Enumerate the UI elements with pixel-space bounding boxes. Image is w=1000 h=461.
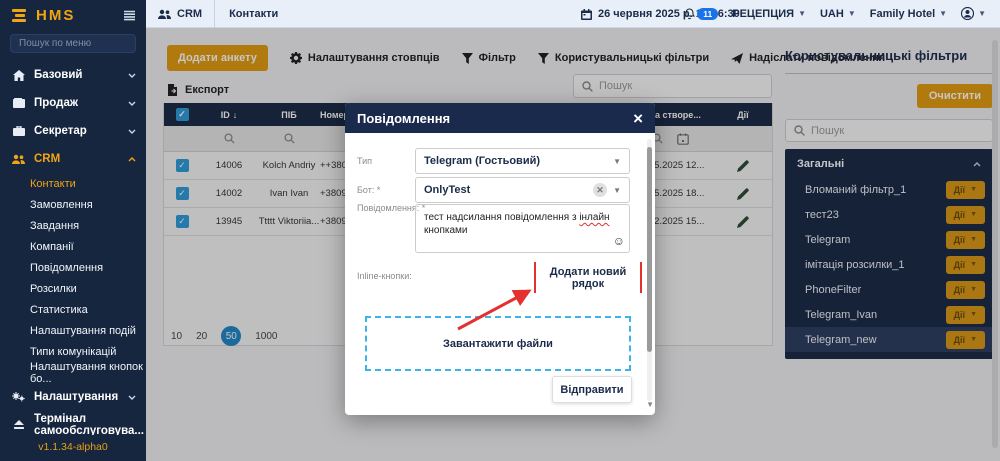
chevron-up-icon — [128, 157, 136, 162]
chevron-down-icon: ▼ — [613, 186, 621, 195]
inline-buttons-label: Inline-кнопки: — [357, 271, 412, 281]
sidebar-search-input[interactable] — [19, 38, 127, 49]
sidebar-item-communication-types[interactable]: Типи комунікацій — [0, 341, 146, 362]
bot-select[interactable]: OnlyTest ✕ ▼ — [415, 177, 630, 203]
message-modal: Повідомлення × Тип Telegram (Гостьовий) … — [345, 103, 655, 415]
sidebar-search[interactable] — [10, 34, 136, 53]
modal-scrollbar-thumb[interactable] — [647, 147, 652, 352]
chevron-down-icon: ▼ — [613, 157, 621, 166]
sidebar-item-label: Налаштування — [34, 391, 118, 403]
file-upload-dropzone[interactable]: Завантажити файли — [365, 316, 631, 371]
sidebar-item-label: Секретар — [34, 125, 87, 137]
sidebar-collapse-icon[interactable] — [123, 10, 136, 21]
sidebar-item-label: Продаж — [34, 97, 78, 109]
breadcrumb-app[interactable]: CRM — [146, 0, 214, 27]
sidebar-item-companies[interactable]: Компанії — [0, 236, 146, 257]
home-icon — [11, 70, 26, 81]
hms-logo-icon — [12, 8, 28, 24]
gears-icon — [11, 392, 26, 402]
submit-button[interactable]: Відправити — [552, 376, 632, 403]
sidebar-item-label: Термінал самообслуговува... — [34, 413, 144, 435]
calendar-icon — [581, 9, 592, 20]
modal-title: Повідомлення — [357, 111, 450, 126]
type-select[interactable]: Telegram (Гостьовий) ▼ — [415, 148, 630, 174]
bot-label: Бот: * — [357, 185, 380, 195]
bell-icon — [684, 8, 695, 20]
notifications-button[interactable]: 11 — [684, 8, 718, 20]
app-logo: HMS — [36, 7, 75, 24]
topbar: CRM Контакти 26 червня 2025 р. 10:06:30 … — [146, 0, 1000, 28]
sidebar-item-basic[interactable]: Базовий — [0, 61, 146, 89]
sidebar-item-event-settings[interactable]: Налаштування подій — [0, 320, 146, 341]
sidebar-item-orders[interactable]: Замовлення — [0, 194, 146, 215]
wallet-icon — [11, 98, 26, 108]
main-content: Додати анкету Налаштування стовпців Філь… — [146, 28, 1000, 461]
sidebar-item-settings[interactable]: Налаштування — [0, 383, 146, 411]
breadcrumb-page[interactable]: Контакти — [215, 8, 292, 20]
type-select-value: Telegram (Гостьовий) — [424, 155, 540, 167]
upload-label: Завантажити файли — [443, 338, 553, 350]
modal-header: Повідомлення × — [345, 103, 655, 133]
sidebar-item-self-service-terminal[interactable]: Термінал самообслуговува... — [0, 411, 146, 435]
app-version: v1.1.34-alpha0 — [0, 435, 146, 461]
chevron-down-icon — [128, 129, 136, 134]
type-label: Тип — [357, 156, 372, 166]
users-icon — [11, 154, 26, 164]
users-icon — [158, 9, 171, 19]
terminal-icon — [11, 420, 26, 430]
sidebar-item-tasks[interactable]: Завдання — [0, 215, 146, 236]
bot-select-value: OnlyTest — [424, 184, 470, 196]
crm-submenu: Контакти Замовлення Завдання Компанії По… — [0, 173, 146, 383]
sidebar-item-secretary[interactable]: Секретар — [0, 117, 146, 145]
chevron-down-icon — [128, 73, 136, 78]
misspelled-word: інлайн — [579, 212, 609, 223]
logo-row: HMS — [0, 0, 146, 28]
notification-count-badge: 11 — [697, 8, 718, 20]
chevron-down-icon — [128, 101, 136, 106]
sidebar-item-statistics[interactable]: Статистика — [0, 299, 146, 320]
sidebar: HMS Базовий Продаж Секретар CRM Кон — [0, 0, 146, 461]
sidebar-nav: Базовий Продаж Секретар CRM Контакти Зам… — [0, 61, 146, 435]
breadcrumb-app-label: CRM — [177, 8, 202, 20]
scroll-down-icon: ▼ — [646, 400, 654, 409]
sidebar-item-label: CRM — [34, 153, 60, 165]
sidebar-item-bot-buttons[interactable]: Налаштування кнопок бо... — [0, 362, 146, 383]
sidebar-item-mailings[interactable]: Розсилки — [0, 278, 146, 299]
sidebar-item-contacts[interactable]: Контакти — [0, 173, 146, 194]
sidebar-item-crm[interactable]: CRM — [0, 145, 146, 173]
datetime-label: 26 червня 2025 р. 10:06:30 — [598, 8, 740, 20]
close-icon[interactable]: × — [633, 110, 643, 127]
briefcase-icon — [11, 126, 26, 136]
sidebar-item-messages[interactable]: Повідомлення — [0, 257, 146, 278]
add-row-button[interactable]: Додати новий рядок — [536, 260, 640, 296]
message-textarea[interactable]: тест надсилання повідомлення з інлайн кн… — [415, 204, 630, 253]
chevron-down-icon — [128, 395, 136, 400]
sidebar-item-label: Базовий — [34, 69, 82, 81]
sidebar-item-sales[interactable]: Продаж — [0, 89, 146, 117]
annotation-highlight-box: Додати новий рядок — [534, 262, 642, 293]
clear-selection-icon[interactable]: ✕ — [593, 183, 607, 197]
emoji-picker-icon[interactable]: ☺ — [613, 234, 625, 248]
